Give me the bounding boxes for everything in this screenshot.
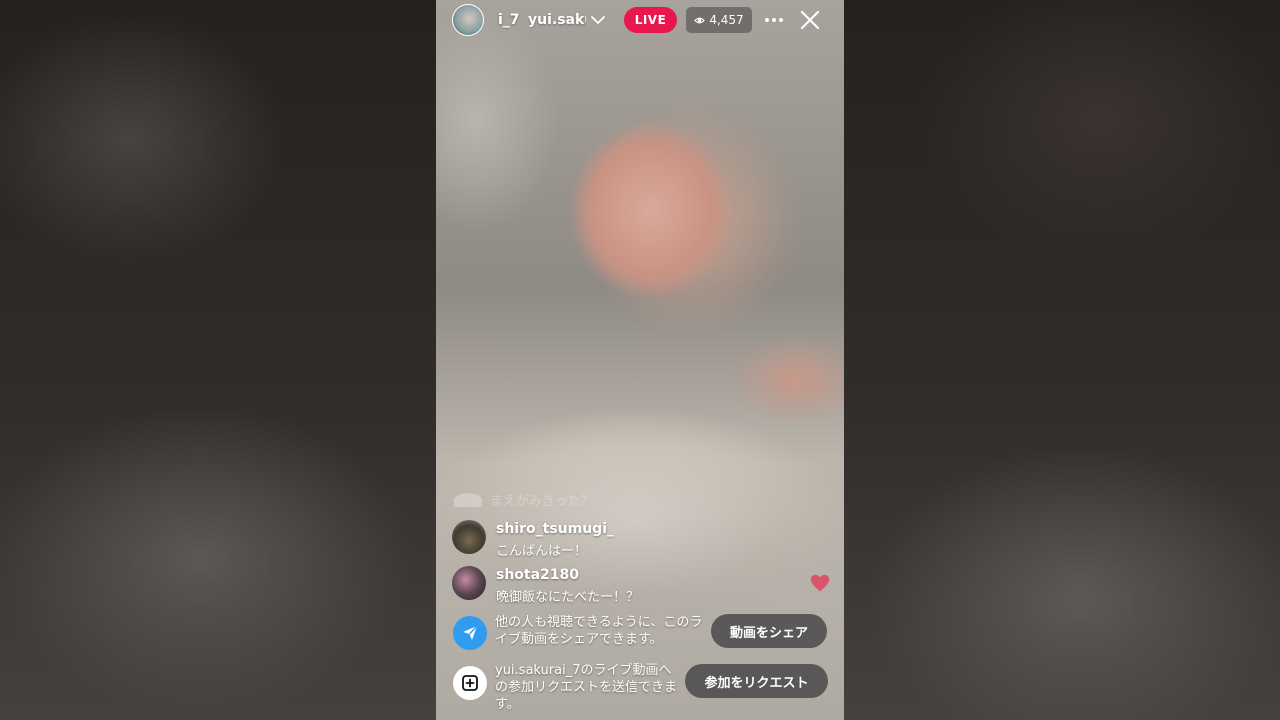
live-header: i_7 yui.saku LIVE 4,457 <box>436 0 844 44</box>
share-notice-text: 他の人も視聴できるように、このライブ動画をシェアできます。 <box>495 615 703 647</box>
faded-comment: まえがみきった？ <box>454 490 593 509</box>
join-request-notice: yui.sakurai_7のライブ動画への参加リクエストを送信できます。 参加を… <box>452 662 828 720</box>
commenter-username[interactable]: shota2180 <box>496 567 639 583</box>
faded-comment-avatar <box>454 492 482 507</box>
viewer-count-badge[interactable]: 4,457 <box>686 7 752 33</box>
add-video-icon <box>453 666 487 700</box>
comment-item[interactable]: shiro_tsumugi_ こんばんはー！ <box>452 520 614 559</box>
close-icon[interactable] <box>798 8 822 32</box>
live-badge: LIVE <box>624 7 677 33</box>
share-arrow-icon <box>453 616 487 650</box>
request-to-join-button[interactable]: 参加をリクエスト <box>685 664 828 698</box>
commenter-avatar[interactable] <box>452 520 486 554</box>
host-avatar[interactable] <box>452 4 484 36</box>
join-request-text: yui.sakurai_7のライブ動画への参加リクエストを送信できます。 <box>495 663 678 712</box>
faded-comment-text: まえがみきった？ <box>490 494 594 509</box>
chevron-down-icon[interactable] <box>590 12 606 28</box>
viewer-count: 4,457 <box>709 13 744 27</box>
comment-item[interactable]: shota2180 晩御飯なにたべたー！？ <box>452 566 639 605</box>
commenter-avatar[interactable] <box>452 566 486 600</box>
commenter-username[interactable]: shiro_tsumugi_ <box>496 521 614 537</box>
host-name-left[interactable]: i_7 <box>498 12 520 28</box>
heart-icon <box>810 574 830 592</box>
eye-icon <box>694 17 706 23</box>
live-video-frame: i_7 yui.saku LIVE 4,457 まえがみきった？ shi <box>436 0 844 720</box>
comment-message: 晩御飯なにたべたー！？ <box>496 590 640 605</box>
comment-message: こんばんはー！ <box>496 544 588 559</box>
share-video-button[interactable]: 動画をシェア <box>711 614 827 648</box>
more-icon[interactable] <box>762 10 786 30</box>
host-name-right[interactable]: yui.saku <box>528 12 586 28</box>
share-notice: 他の人も視聴できるように、このライブ動画をシェアできます。 動画をシェア <box>452 614 828 652</box>
